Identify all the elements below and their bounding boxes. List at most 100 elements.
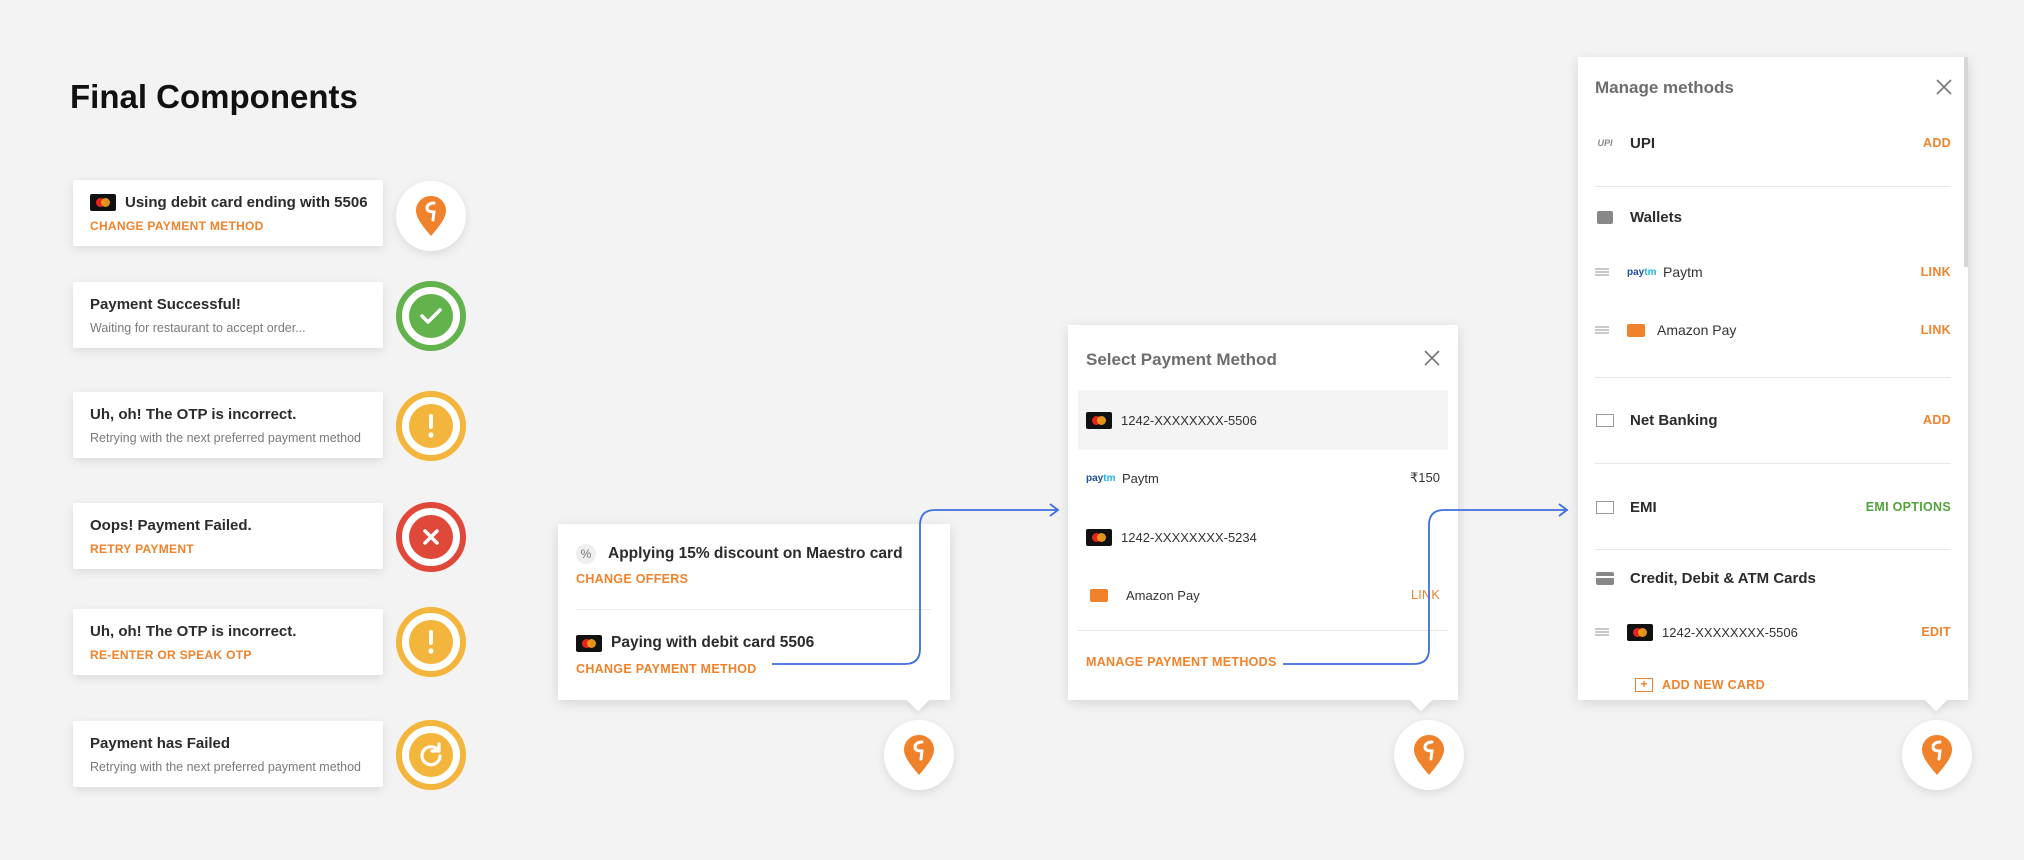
card-title: Payment Successful! [90,296,241,313]
warning-status-badge [396,607,466,677]
mastercard-icon [1086,411,1112,429]
link-amazon-pay-button[interactable]: LINK [1921,323,1951,337]
wallet-label: Amazon Pay [1657,322,1737,338]
method-label: EMI [1630,498,1657,516]
drag-handle-icon[interactable] [1595,628,1609,636]
card-title: Payment has Failed [90,735,231,752]
link-paytm-button[interactable]: LINK [1921,265,1951,279]
mastercard-icon [1086,528,1112,546]
payment-option-label: Amazon Pay [1126,587,1200,603]
status-card-payment-successful: Payment Successful! Waiting for restaura… [73,282,383,348]
edit-card-button[interactable]: EDIT [1921,625,1951,639]
status-card-otp-reenter: Uh, oh! The OTP is incorrect. RE-ENTER O… [73,609,383,675]
payment-option-row[interactable]: Amazon Pay LINK [1068,583,1458,607]
card-title: Oops! Payment Failed. [90,517,252,534]
divider [1595,377,1951,378]
offer-text: Applying 15% discount on Maestro card [608,545,903,562]
exclamation-icon [409,620,453,664]
swiggy-logo-icon [904,735,934,775]
change-payment-method-link[interactable]: CHANGE PAYMENT METHOD [90,219,366,233]
saved-card-row: 1242-XXXXXXXX-5506 EDIT [1578,620,1968,644]
mastercard-icon [90,194,116,211]
success-status-badge [396,281,466,351]
wallet-row-paytm: paytm Paytm LINK [1578,260,1968,284]
swiggy-logo-icon [1922,735,1952,775]
net-banking-row: Net Banking ADD [1578,408,1968,432]
change-offers-link[interactable]: CHANGE OFFERS [576,572,688,586]
drag-handle-icon[interactable] [1595,268,1609,276]
close-icon[interactable] [1936,79,1952,100]
add-upi-button[interactable]: ADD [1923,136,1951,150]
payment-option-label: Paytm [1122,470,1159,486]
brand-logo-bubble [1902,720,1972,790]
method-label: Net Banking [1630,411,1718,429]
retry-status-badge [396,720,466,790]
brand-logo-bubble [1394,720,1464,790]
emi-options-button[interactable]: EMI OPTIONS [1866,500,1951,514]
mastercard-icon [576,634,602,652]
divider [576,609,932,610]
mastercard-icon [1627,623,1653,641]
divider [1595,463,1951,464]
cards-header: Credit, Debit & ATM Cards [1578,566,1968,590]
divider [1595,549,1951,550]
upi-row: UPI UPI ADD [1578,131,1968,155]
paytm-icon: paytm [1086,472,1116,484]
swiggy-logo-icon [1414,735,1444,775]
emi-icon [1595,499,1615,515]
close-icon[interactable] [1424,350,1440,371]
close-icon [409,515,453,559]
error-status-badge [396,502,466,572]
exclamation-icon [409,404,453,448]
wallet-balance: ₹150 [1410,470,1440,485]
status-card-otp-incorrect: Uh, oh! The OTP is incorrect. Retrying w… [73,392,383,458]
manage-payment-methods-link[interactable]: MANAGE PAYMENT METHODS [1086,655,1277,669]
panel-title: Manage methods [1595,78,1734,97]
add-new-card-label: ADD NEW CARD [1662,678,1765,692]
card-title: Uh, oh! The OTP is incorrect. [90,623,297,640]
card-subtitle: Waiting for restaurant to accept order..… [90,321,306,335]
swiggy-logo-icon [416,196,446,236]
scrollbar[interactable] [1964,57,1968,267]
add-net-banking-button[interactable]: ADD [1923,413,1951,427]
method-label: Wallets [1630,208,1682,226]
wallets-header: Wallets [1578,205,1968,229]
paytm-icon: paytm [1627,266,1657,278]
wallet-label: Paytm [1663,264,1703,280]
brand-logo-bubble [396,181,466,251]
page-title: Final Components [70,78,358,115]
card-subtitle: Retrying with the next preferred payment… [90,431,361,445]
emi-row: EMI EMI OPTIONS [1578,495,1968,519]
method-label: Credit, Debit & ATM Cards [1630,569,1816,587]
method-label: UPI [1630,134,1656,152]
divider [1595,186,1951,187]
wallet-row-amazon-pay: Amazon Pay LINK [1578,318,1968,342]
plus-icon: + [1635,678,1653,692]
reenter-otp-link[interactable]: RE-ENTER OR SPEAK OTP [90,648,366,662]
select-payment-method-panel: Select Payment Method 1242-XXXXXXXX-5506… [1068,325,1458,700]
manage-methods-panel: Manage methods UPI UPI ADD Wallets paytm… [1578,57,1968,700]
card-subtitle: Retrying with the next preferred payment… [90,760,361,774]
credit-card-icon [1595,570,1615,586]
pay-text: Paying with debit card 5506 [611,634,815,651]
payment-option-row[interactable]: 1242-XXXXXXXX-5506 [1068,408,1458,432]
payment-option-row[interactable]: paytm Paytm ₹150 [1068,466,1458,490]
card-title: Using debit card ending with 5506 [125,194,368,211]
offer-icon: % [576,544,596,564]
amazon-pay-icon [1627,323,1645,337]
payment-option-row[interactable]: 1242-XXXXXXXX-5234 [1068,525,1458,549]
retry-payment-link[interactable]: RETRY PAYMENT [90,542,366,556]
warning-status-badge [396,391,466,461]
panel-title: Select Payment Method [1086,350,1277,369]
divider [1078,630,1448,631]
payment-option-label: 1242-XXXXXXXX-5506 [1121,412,1257,428]
payment-option-label: 1242-XXXXXXXX-5234 [1121,529,1257,545]
add-new-card-button[interactable]: + ADD NEW CARD [1635,678,1765,692]
connector-arrowhead [1558,503,1569,517]
card-label: 1242-XXXXXXXX-5506 [1662,624,1798,640]
change-payment-method-link[interactable]: CHANGE PAYMENT METHOD [576,662,757,676]
connector-arrowhead [1049,503,1060,517]
link-wallet-link[interactable]: LINK [1411,588,1440,602]
checkmark-icon [409,294,453,338]
drag-handle-icon[interactable] [1595,326,1609,334]
